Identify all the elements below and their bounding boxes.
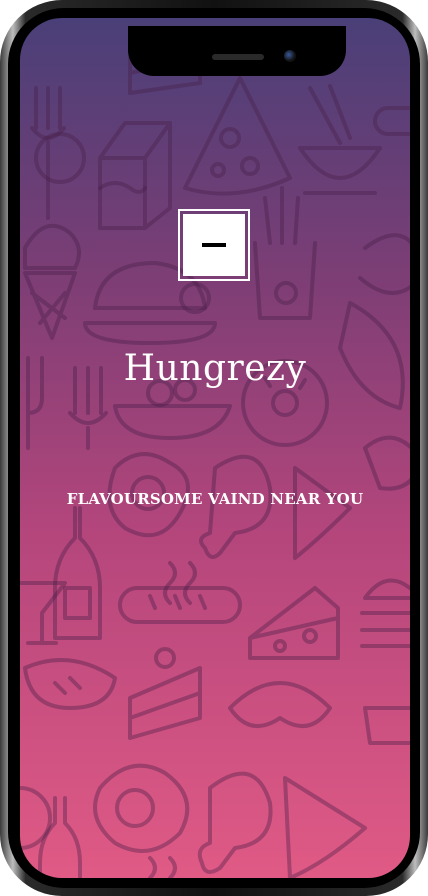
bottle-bottom-icon <box>38 796 82 878</box>
noodle-bowl-icon <box>298 84 382 195</box>
phone-frame: Hungrezy FLAVOURSOME VAIND NEAR YOU <box>0 0 428 896</box>
sausage-top-icon <box>373 106 410 136</box>
pizza-bottom-icon <box>283 776 367 878</box>
rice-bowl-icon <box>358 233 410 295</box>
cheese-icon <box>248 586 340 660</box>
pizza-slice-icon <box>183 76 292 196</box>
sausage-icon <box>118 586 242 624</box>
chicken-leg-bottom-icon <box>197 771 273 874</box>
croissant-icon <box>363 435 410 491</box>
cup-icon <box>363 706 410 745</box>
croissant-bottom-icon <box>228 681 332 728</box>
fried-egg-bottom-icon <box>93 763 190 853</box>
steam-bottom-icon <box>148 856 177 878</box>
milk-carton-icon <box>98 121 172 230</box>
food-pattern-background <box>20 36 410 878</box>
wine-bottle-icon <box>53 506 102 640</box>
phone-notch <box>128 26 346 76</box>
french-fries-icon <box>253 186 317 320</box>
app-tagline: FLAVOURSOME VAIND NEAR YOU <box>66 490 364 508</box>
ice-cream-cone-icon <box>23 271 77 340</box>
burger-icon <box>360 578 410 648</box>
app-title: Hungrezy <box>123 348 307 389</box>
cupcake-icon <box>23 223 81 270</box>
cocktail-glass-icon <box>20 581 67 645</box>
splash-screen: Hungrezy FLAVOURSOME VAIND NEAR YOU <box>20 18 410 878</box>
steak-icon <box>23 658 117 710</box>
front-camera-icon <box>284 50 296 62</box>
cake-icon <box>128 647 202 740</box>
watermelon-slice-icon <box>293 466 352 560</box>
steam-icon <box>163 561 197 605</box>
fork-icon <box>30 86 86 220</box>
app-logo-tile <box>183 214 245 276</box>
app-logo <box>178 209 250 281</box>
speaker-grille <box>212 54 264 60</box>
logo-minus-icon <box>202 243 226 247</box>
